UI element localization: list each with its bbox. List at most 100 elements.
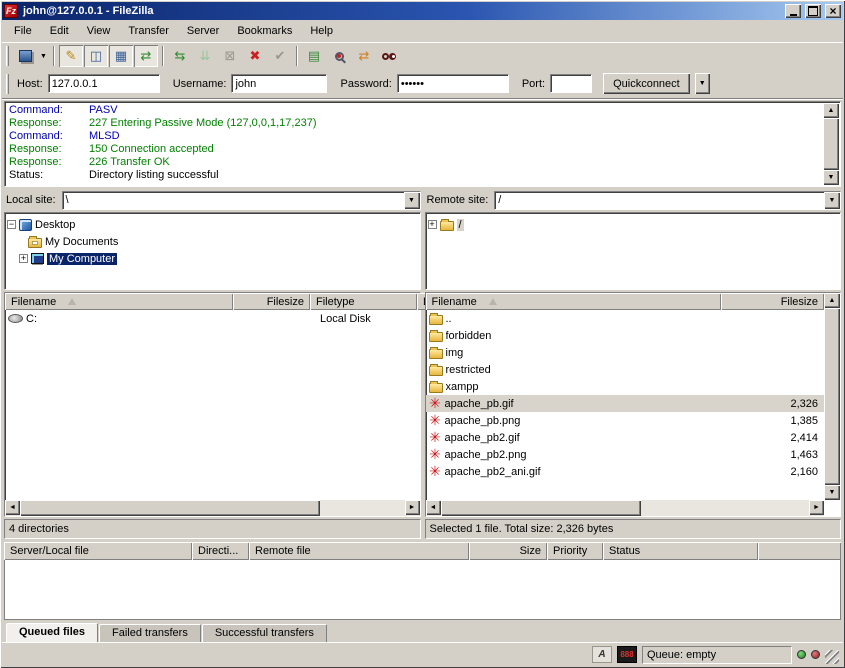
minimize-button[interactable] bbox=[785, 4, 801, 18]
menu-file[interactable]: File bbox=[6, 22, 40, 40]
column-server-local-file[interactable]: Server/Local file bbox=[4, 542, 192, 560]
speed-limits-icon[interactable]: 888 bbox=[617, 646, 637, 663]
scrollbar-thumb[interactable] bbox=[441, 500, 641, 516]
remote-row[interactable]: img bbox=[426, 344, 825, 361]
toggle-transfer-queue-button[interactable]: ⇄ bbox=[134, 45, 158, 67]
tree-item-my-computer[interactable]: My Computer bbox=[7, 250, 418, 267]
process-queue-button[interactable]: ⇊ bbox=[193, 45, 217, 67]
remote-vertical-scrollbar[interactable]: ▲ ▼ bbox=[824, 293, 840, 500]
local-row-c-drive[interactable]: C: Local Disk bbox=[5, 310, 420, 327]
transfer-type-indicator-icon[interactable]: A bbox=[592, 646, 612, 663]
column-direction[interactable]: Directi... bbox=[192, 542, 249, 560]
scrollbar-thumb[interactable] bbox=[20, 500, 320, 516]
remote-row[interactable]: apache_pb2.png1,463 bbox=[426, 446, 825, 463]
local-horizontal-scrollbar[interactable]: ◄ ► bbox=[5, 500, 420, 516]
tree-item-desktop[interactable]: Desktop bbox=[7, 216, 418, 233]
collapse-icon[interactable] bbox=[7, 220, 16, 229]
expand-icon[interactable] bbox=[428, 220, 437, 229]
host-input[interactable] bbox=[48, 74, 160, 93]
remote-horizontal-scrollbar[interactable]: ◄ ► bbox=[426, 500, 825, 516]
scroll-left-icon[interactable]: ◄ bbox=[5, 500, 20, 515]
chevron-down-icon[interactable]: ▼ bbox=[824, 192, 840, 209]
username-input[interactable] bbox=[231, 74, 327, 93]
window-title: john@127.0.0.1 - FileZilla bbox=[21, 5, 781, 17]
remote-directory-tree[interactable]: / bbox=[425, 212, 842, 290]
scrollbar-thumb[interactable] bbox=[824, 308, 840, 485]
quickconnect-button[interactable]: Quickconnect bbox=[603, 73, 690, 94]
cancel-operation-button[interactable]: ⊠ bbox=[218, 45, 242, 67]
remote-row[interactable]: .. bbox=[426, 310, 825, 327]
column-priority[interactable]: Priority bbox=[547, 542, 603, 560]
chevron-down-icon[interactable]: ▼ bbox=[404, 192, 420, 209]
site-manager-button[interactable] bbox=[13, 45, 37, 67]
scroll-left-icon[interactable]: ◄ bbox=[426, 500, 441, 515]
scroll-up-icon[interactable]: ▲ bbox=[823, 103, 839, 118]
menu-bookmarks[interactable]: Bookmarks bbox=[229, 22, 300, 40]
remote-row[interactable]: xampp bbox=[426, 378, 825, 395]
title-bar[interactable]: Fz john@127.0.0.1 - FileZilla bbox=[2, 2, 843, 20]
remote-list-body[interactable]: .. forbidden img restricted xampp apache… bbox=[426, 310, 825, 500]
toggle-remote-tree-button[interactable]: ▦ bbox=[109, 45, 133, 67]
column-size[interactable]: Size bbox=[469, 542, 547, 560]
column-filename[interactable]: Filename bbox=[426, 293, 722, 310]
find-files-button[interactable] bbox=[377, 45, 401, 67]
local-site-combobox[interactable]: \ ▼ bbox=[62, 191, 421, 210]
queue-header: Server/Local file Directi... Remote file… bbox=[4, 542, 841, 560]
scroll-right-icon[interactable]: ► bbox=[405, 500, 420, 515]
column-remote-file[interactable]: Remote file bbox=[249, 542, 469, 560]
local-list-body[interactable]: C: Local Disk bbox=[5, 310, 420, 500]
port-input[interactable] bbox=[550, 74, 592, 93]
tree-item-my-documents[interactable]: My Documents bbox=[7, 233, 418, 250]
scroll-down-icon[interactable]: ▼ bbox=[824, 485, 840, 500]
scroll-right-icon[interactable]: ► bbox=[809, 500, 824, 515]
column-filetype[interactable]: Filetype bbox=[310, 293, 417, 310]
menu-view[interactable]: View bbox=[79, 22, 119, 40]
remote-site-combobox[interactable]: / ▼ bbox=[494, 191, 841, 210]
username-label: Username: bbox=[173, 78, 227, 90]
remote-row[interactable]: restricted bbox=[426, 361, 825, 378]
message-log[interactable]: Command:PASV Response:227 Entering Passi… bbox=[4, 101, 841, 187]
refresh-button[interactable]: ⇆ bbox=[168, 45, 192, 67]
folder-icon bbox=[429, 383, 443, 393]
scroll-up-icon[interactable]: ▲ bbox=[824, 293, 840, 308]
remote-row[interactable]: apache_pb2_ani.gif2,160 bbox=[426, 463, 825, 480]
remote-row[interactable]: forbidden bbox=[426, 327, 825, 344]
remote-row[interactable]: apache_pb2.gif2,414 bbox=[426, 429, 825, 446]
maximize-button[interactable] bbox=[805, 4, 821, 18]
reconnect-button[interactable]: ✔ bbox=[268, 45, 292, 67]
remote-row[interactable]: apache_pb.png1,385 bbox=[426, 412, 825, 429]
tab-queued-files[interactable]: Queued files bbox=[6, 623, 98, 642]
menu-edit[interactable]: Edit bbox=[42, 22, 77, 40]
scrollbar-thumb[interactable] bbox=[823, 118, 839, 170]
filter-button[interactable]: ▤ bbox=[302, 45, 326, 67]
local-directory-tree[interactable]: Desktop My Documents My Computer bbox=[4, 212, 421, 290]
file-name: xampp bbox=[446, 381, 719, 393]
scroll-down-icon[interactable]: ▼ bbox=[823, 170, 839, 185]
password-input[interactable] bbox=[397, 74, 509, 93]
toggle-local-tree-button[interactable]: ◫ bbox=[84, 45, 108, 67]
menu-transfer[interactable]: Transfer bbox=[120, 22, 177, 40]
column-filename[interactable]: Filename bbox=[5, 293, 233, 310]
menu-server[interactable]: Server bbox=[179, 22, 227, 40]
disconnect-button[interactable]: ✖ bbox=[243, 45, 267, 67]
file-size: 2,326 bbox=[721, 398, 824, 410]
synchronized-browsing-button[interactable]: ⇄ bbox=[352, 45, 376, 67]
expand-icon[interactable] bbox=[19, 254, 28, 263]
queue-list[interactable] bbox=[4, 560, 841, 620]
remote-row-selected[interactable]: apache_pb.gif2,326 bbox=[426, 395, 825, 412]
log-vertical-scrollbar[interactable]: ▲ ▼ bbox=[823, 103, 839, 185]
column-filesize[interactable]: Filesize bbox=[233, 293, 310, 310]
toggle-message-log-button[interactable]: ✎ bbox=[59, 45, 83, 67]
log-label: Command: bbox=[9, 104, 89, 117]
column-status[interactable]: Status bbox=[603, 542, 758, 560]
directory-comparison-button[interactable] bbox=[327, 45, 351, 67]
quickconnect-dropdown[interactable]: ▼ bbox=[695, 73, 710, 94]
menu-help[interactable]: Help bbox=[302, 22, 341, 40]
tab-failed-transfers[interactable]: Failed transfers bbox=[99, 624, 201, 642]
tab-successful-transfers[interactable]: Successful transfers bbox=[202, 624, 327, 642]
column-filesize[interactable]: Filesize bbox=[721, 293, 824, 310]
resize-grip[interactable] bbox=[825, 650, 839, 664]
tree-item-root[interactable]: / bbox=[428, 216, 839, 233]
close-button[interactable] bbox=[825, 4, 841, 18]
site-manager-dropdown[interactable]: ▼ bbox=[38, 45, 49, 67]
